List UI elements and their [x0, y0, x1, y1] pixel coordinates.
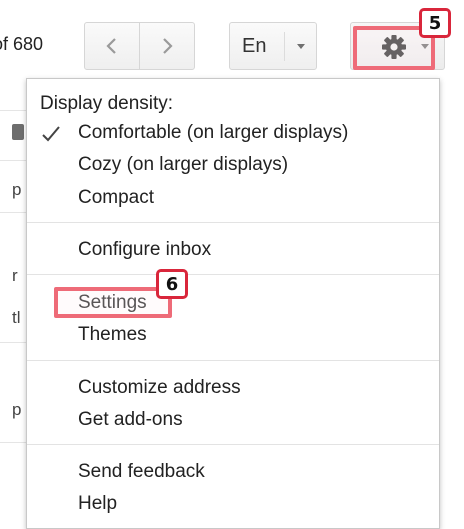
- caret-down-icon[interactable]: [297, 44, 305, 49]
- menu-divider: [27, 222, 439, 223]
- density-cozy[interactable]: Cozy (on larger displays): [78, 153, 288, 177]
- label-icon: [12, 124, 24, 140]
- language-separator: [284, 32, 285, 61]
- step-badge-6: 6: [156, 269, 188, 299]
- newer-button[interactable]: [139, 22, 195, 70]
- customize-address-item[interactable]: Customize address: [78, 376, 241, 400]
- menu-divider: [27, 444, 439, 445]
- row-text-fragment: tl: [12, 308, 21, 327]
- row-divider: [0, 342, 26, 343]
- help-item[interactable]: Help: [78, 492, 117, 516]
- inbox-list-fragment: p r tl p: [0, 80, 26, 529]
- get-addons-item[interactable]: Get add-ons: [78, 408, 183, 432]
- row-divider: [0, 110, 26, 111]
- message-count: of 680: [0, 34, 44, 54]
- row-divider: [0, 212, 26, 213]
- language-label: En: [242, 35, 267, 57]
- density-comfortable[interactable]: Comfortable (on larger displays): [78, 121, 348, 145]
- right-margin: [440, 80, 464, 529]
- density-compact[interactable]: Compact: [78, 186, 154, 210]
- display-density-heading: Display density:: [40, 93, 174, 114]
- menu-divider: [27, 360, 439, 361]
- row-text-fragment: p: [12, 180, 22, 199]
- chevron-left-icon: [106, 38, 116, 54]
- row-divider: [0, 442, 26, 443]
- send-feedback-item[interactable]: Send feedback: [78, 460, 205, 484]
- chevron-right-icon: [163, 38, 173, 54]
- row-text-fragment: p: [12, 400, 22, 419]
- themes-item[interactable]: Themes: [78, 323, 147, 347]
- check-icon: [42, 126, 60, 142]
- input-tools-button[interactable]: En: [229, 22, 317, 70]
- menu-divider: [27, 274, 439, 275]
- row-text-fragment: r: [12, 266, 18, 285]
- settings-highlight: [54, 287, 172, 318]
- older-button[interactable]: [84, 22, 140, 70]
- step-badge-5: 5: [419, 8, 451, 38]
- row-divider: [0, 160, 26, 161]
- configure-inbox-item[interactable]: Configure inbox: [78, 238, 211, 262]
